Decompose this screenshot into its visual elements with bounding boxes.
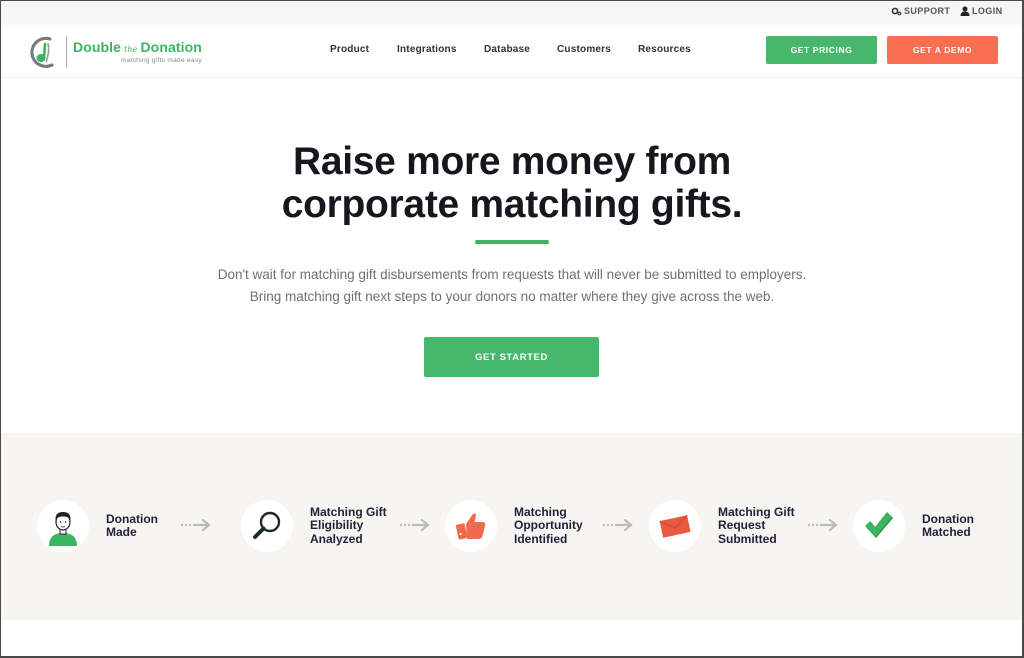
step-donation-matched: Donation Matched bbox=[853, 500, 974, 552]
process-steps: Donation Made Matching Gift Eligibility … bbox=[1, 433, 1023, 620]
step-icon-circle bbox=[853, 500, 905, 552]
utility-bar: SUPPORT LOGIN bbox=[0, 0, 1024, 25]
arrow-right-icon bbox=[602, 518, 633, 532]
step-icon-circle bbox=[445, 500, 497, 552]
brand-name-part2: Donation bbox=[140, 39, 202, 55]
login-label: LOGIN bbox=[972, 6, 1003, 16]
step-label-line: Matched bbox=[922, 525, 971, 539]
step-label-line: Matching Gift bbox=[718, 504, 795, 519]
step-label: Matching Gift Eligibility Analyzed bbox=[310, 504, 387, 547]
hero-subtitle: Don't wait for matching gift disbursemen… bbox=[0, 264, 1024, 308]
step-label-line: Submitted bbox=[718, 531, 777, 546]
step-icon-circle bbox=[241, 500, 293, 552]
main-header: Double the Donation matching gifts made ea… bbox=[0, 25, 1024, 78]
support-label: SUPPORT bbox=[904, 6, 951, 16]
step-label-line: Identified bbox=[514, 531, 568, 546]
step-opportunity-identified: Matching Opportunity Identified bbox=[445, 500, 583, 552]
brand-logo[interactable]: Double the Donation matching gifts made ea… bbox=[26, 34, 202, 70]
hero-title-line1: Raise more money from bbox=[292, 140, 731, 183]
user-icon bbox=[960, 6, 970, 16]
step-label: Matching Gift Request Submitted bbox=[718, 504, 795, 547]
nav-item-database[interactable]: Database bbox=[484, 44, 530, 55]
step-label: Matching Opportunity Identified bbox=[514, 504, 583, 547]
brand-name-the: the bbox=[124, 45, 138, 54]
hero-title: Raise more money from corporate matching… bbox=[0, 140, 1024, 226]
step-icon-circle bbox=[37, 500, 89, 552]
step-label-line: Donation bbox=[106, 511, 158, 526]
get-demo-button[interactable]: GET A DEMO bbox=[887, 36, 998, 64]
get-started-button[interactable]: GET STARTED bbox=[424, 337, 599, 377]
step-label-line: Analyzed bbox=[310, 531, 363, 546]
thumbs-up-icon bbox=[455, 513, 486, 540]
step-donation-made: Donation Made bbox=[37, 500, 158, 552]
brand-name-part1: Double bbox=[73, 39, 122, 55]
step-label-line: Matching bbox=[514, 504, 567, 519]
arrow-right-icon bbox=[399, 518, 430, 532]
logo-divider bbox=[66, 36, 67, 68]
login-link[interactable]: LOGIN bbox=[960, 6, 1003, 16]
step-label: Donation Made bbox=[106, 511, 158, 540]
envelope-icon bbox=[659, 514, 691, 538]
step-label: Donation Matched bbox=[922, 511, 974, 540]
gear-icon bbox=[891, 7, 902, 15]
step-request-submitted: Matching Gift Request Submitted bbox=[649, 500, 795, 552]
step-eligibility-analyzed: Matching Gift Eligibility Analyzed bbox=[241, 500, 387, 552]
arrow-right-icon bbox=[807, 518, 838, 532]
step-label-line: Matching Gift bbox=[310, 504, 387, 519]
logo-mark-icon bbox=[30, 36, 54, 68]
magnifier-icon bbox=[253, 511, 281, 539]
step-label-line: Request bbox=[718, 518, 766, 533]
nav-item-resources[interactable]: Resources bbox=[638, 44, 691, 55]
nav-item-integrations[interactable]: Integrations bbox=[397, 44, 457, 55]
hero-divider bbox=[475, 240, 549, 244]
get-pricing-button[interactable]: GET PRICING bbox=[766, 36, 877, 64]
support-link[interactable]: SUPPORT bbox=[891, 6, 950, 16]
arrow-right-icon bbox=[180, 518, 211, 532]
donor-avatar-icon bbox=[49, 512, 77, 546]
nav-item-product[interactable]: Product bbox=[330, 44, 369, 55]
nav-item-customers[interactable]: Customers bbox=[557, 44, 611, 55]
hero-subtitle-line1: Don't wait for matching gift disbursemen… bbox=[217, 267, 807, 282]
hero-title-line2: corporate matching gifts. bbox=[281, 183, 743, 226]
step-label-line: Donation bbox=[922, 511, 974, 526]
step-label-line: Made bbox=[106, 525, 137, 539]
brand-name: Double the Donation bbox=[73, 40, 202, 57]
checkmark-icon bbox=[865, 512, 893, 538]
step-icon-circle bbox=[649, 500, 701, 552]
hero-subtitle-line2: Bring matching gift next steps to your d… bbox=[249, 289, 775, 304]
step-label-line: Eligibility bbox=[310, 518, 364, 533]
brand-tagline: matching gifts made easy bbox=[121, 57, 202, 64]
step-label-line: Opportunity bbox=[514, 518, 583, 533]
